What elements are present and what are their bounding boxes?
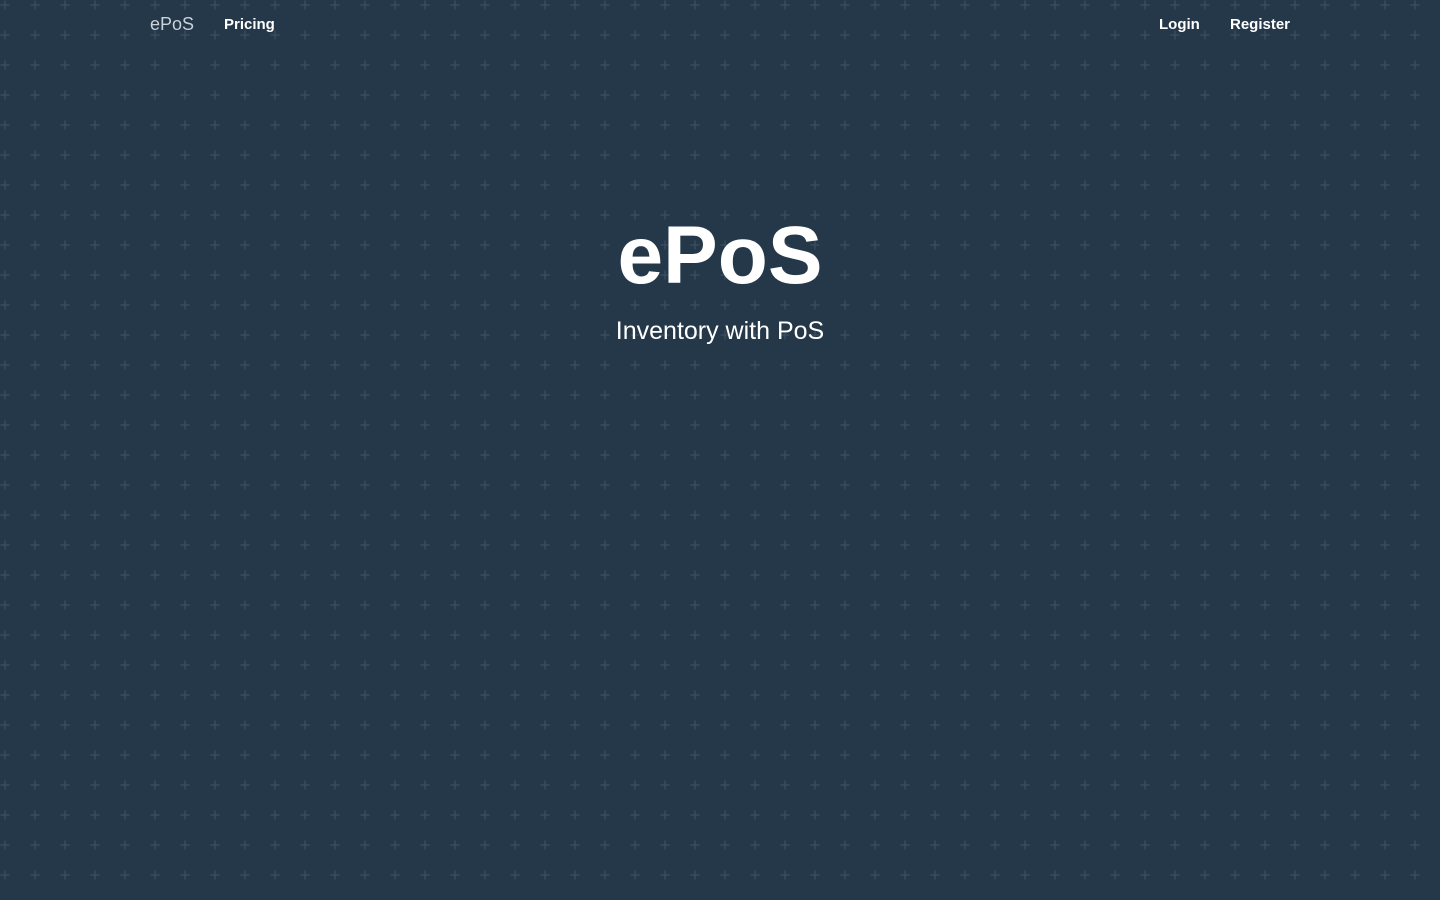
hero-section: ePoS Inventory with PoS [0, 208, 1440, 346]
nav-login-link[interactable]: Login [1159, 16, 1200, 33]
nav-register-link[interactable]: Register [1230, 16, 1290, 33]
background-plus-pattern [0, 0, 1440, 900]
brand-link[interactable]: ePoS [150, 14, 194, 35]
hero-subtitle: Inventory with PoS [615, 317, 825, 345]
hero-title: ePoS [617, 210, 823, 301]
top-navbar: ePoS Pricing Login Register [0, 0, 1440, 50]
nav-pricing-link[interactable]: Pricing [224, 16, 275, 33]
